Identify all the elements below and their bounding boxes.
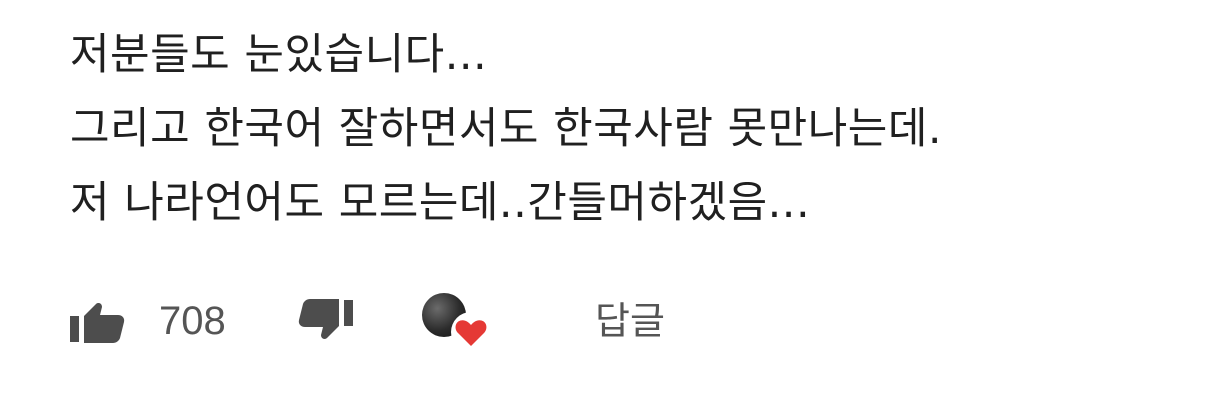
like-count: 708: [159, 299, 226, 343]
heart-icon: [451, 312, 491, 352]
creator-heart-badge: [422, 290, 500, 352]
thumbs-up-icon: [70, 298, 126, 344]
comment-text: 저분들도 눈있습니다... 그리고 한국어 잘하면서도 한국사람 못만나는데. …: [70, 18, 1180, 240]
reply-button[interactable]: 답글: [595, 290, 665, 352]
comment-line-1: 저분들도 눈있습니다...: [70, 30, 488, 80]
comment-action-bar: 708 답글: [70, 290, 770, 352]
creator-heart-icon: [422, 290, 500, 352]
comment-body: 저분들도 눈있습니다... 그리고 한국어 잘하면서도 한국사람 못만나는데. …: [70, 18, 1180, 240]
comment-line-3: 저 나라언어도 모르는데..간들머하겠음...: [70, 178, 811, 228]
dislike-button[interactable]: [297, 290, 353, 352]
thumbs-down-icon: [297, 298, 353, 344]
comment-line-2: 그리고 한국어 잘하면서도 한국사람 못만나는데.: [70, 104, 943, 154]
like-button[interactable]: [70, 290, 126, 352]
